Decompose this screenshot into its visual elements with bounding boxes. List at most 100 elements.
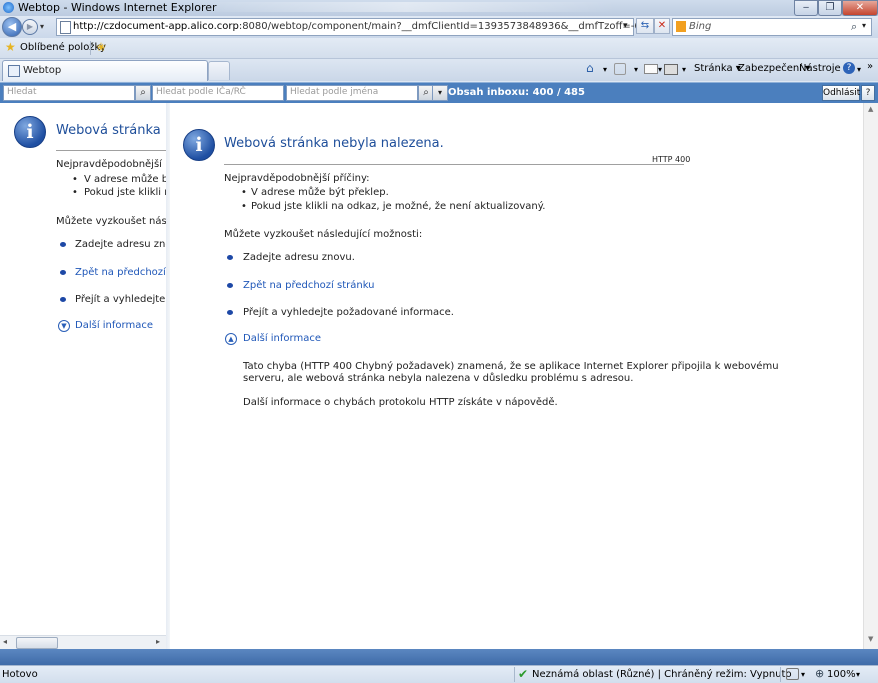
scroll-left-arrow-icon[interactable]: ◂ (3, 637, 7, 646)
search-ico-placeholder: Hledat podle IČa/RČ (156, 87, 246, 97)
left-more-info-expand-icon[interactable]: ▼ (58, 320, 70, 332)
page-menu[interactable]: Stránka ▾ (694, 63, 741, 74)
search-dropdown-icon[interactable]: ▾ (862, 21, 866, 30)
new-tab-button[interactable] (208, 61, 230, 80)
mail-dropdown-icon[interactable]: ▾ (658, 65, 662, 74)
feeds-dropdown-icon[interactable]: ▾ (634, 65, 638, 74)
title-bar: Webtop - Windows Internet Explorer ‒ ❐ ✕ (0, 0, 878, 16)
bing-logo-icon (676, 21, 686, 32)
address-dropdown-icon[interactable]: ▾ (623, 21, 628, 31)
info-icon: i (183, 129, 215, 161)
http-code: HTTP 400 (652, 155, 691, 164)
left-options-title: Můžete vyzkoušet následující možnosti: (56, 216, 166, 227)
home-dropdown-icon[interactable]: ▾ (603, 65, 607, 74)
option-bullet-3 (227, 310, 233, 315)
tab-page-icon (8, 65, 20, 77)
search-icon[interactable]: ⌕ (851, 20, 857, 34)
print-icon[interactable] (664, 64, 678, 75)
popup-blocker-icon[interactable] (786, 668, 799, 680)
zoom-icon[interactable]: ⊕ (815, 667, 824, 680)
option-retype: Zadejte adresu znovu. (243, 252, 355, 263)
option-bullet-1 (227, 255, 233, 260)
print-dropdown-icon[interactable]: ▾ (682, 65, 686, 74)
window-title: Webtop - Windows Internet Explorer (18, 1, 217, 14)
scroll-up-arrow-icon[interactable]: ▲ (868, 105, 873, 113)
error-heading: Webová stránka nebyla nalezena. (224, 136, 444, 151)
left-cause-bullet-2: • (72, 187, 78, 198)
search-placeholder: Bing (689, 21, 712, 32)
tab-webtop[interactable]: Webtop (2, 60, 208, 81)
address-host: http://czdocument-app.alico.corp (73, 21, 239, 32)
webtop-search-bar: Hledat ⌕ Hledat podle IČa/RČ Hledat podl… (0, 82, 878, 104)
left-cause-1: V adrese může být překlep. (84, 174, 166, 185)
logout-button[interactable]: Odhlásit (822, 85, 860, 101)
search-button[interactable]: ⌕ (135, 85, 151, 101)
zoom-level[interactable]: 100% (827, 669, 856, 680)
search-input[interactable]: Hledat (3, 85, 135, 101)
status-separator (514, 667, 515, 682)
search-box[interactable]: Bing ⌕ ▾ (672, 18, 872, 36)
zone-check-icon: ✔ (518, 667, 529, 681)
zoom-dropdown-icon[interactable]: ▾ (856, 670, 860, 679)
webtop-help-button[interactable]: ? (861, 85, 875, 101)
favorites-label[interactable]: Oblíbené položky (20, 42, 106, 53)
more-info-link[interactable]: Další informace (243, 333, 321, 344)
status-text: Hotovo (2, 669, 38, 680)
left-option-bullet-2 (60, 270, 66, 275)
home-icon[interactable]: ⌂ (586, 61, 594, 75)
left-back-link[interactable]: Zpět na předchozí stránku (75, 267, 166, 278)
minimize-button[interactable]: ‒ (794, 0, 818, 16)
left-cause-bullet-1: • (72, 174, 78, 185)
webtop-footer-band (0, 649, 878, 665)
left-scroll-thumb[interactable] (16, 637, 58, 649)
ie-logo-icon (3, 2, 14, 13)
search-ico-input[interactable]: Hledat podle IČa/RČ (152, 85, 284, 101)
tab-label: Webtop (23, 65, 62, 76)
blurred-taskbar-titles (196, 2, 616, 12)
option-search: Přejít a vyhledejte požadované informace… (243, 307, 454, 318)
forward-button[interactable]: ▶ (22, 19, 38, 35)
compatibility-view-button[interactable]: ⇆ (636, 18, 654, 34)
help-icon[interactable]: ? (843, 62, 855, 74)
search-name-input[interactable]: Hledat podle jména (286, 85, 418, 101)
more-commands[interactable]: » (867, 61, 873, 72)
scroll-right-arrow-icon[interactable]: ▸ (156, 637, 160, 646)
help-dropdown-icon[interactable]: ▾ (857, 65, 861, 74)
heading-rule (224, 164, 684, 165)
back-button[interactable]: ◀ (2, 17, 22, 37)
more-info-collapse-icon[interactable]: ▲ (225, 333, 237, 345)
favorites-divider (90, 41, 91, 55)
inbox-count: Obsah inboxu: 400 / 485 (448, 87, 585, 98)
search-options-dropdown[interactable]: ▾ (432, 85, 448, 101)
favorites-star-icon[interactable]: ★ (5, 40, 16, 54)
left-option-bullet-3 (60, 297, 66, 302)
left-heading-rule (56, 150, 166, 151)
maximize-button[interactable]: ❐ (818, 0, 842, 16)
mail-icon[interactable] (644, 64, 658, 74)
left-causes-title: Nejpravděpodobnější příčiny: (56, 159, 166, 170)
address-bar[interactable]: http://czdocument-app.alico.corp:8080/we… (56, 18, 647, 36)
page-icon (60, 21, 71, 34)
stop-button[interactable]: ✕ (654, 18, 670, 34)
cause-1: V adrese může být překlep. (251, 187, 389, 198)
cause-bullet-1: • (241, 187, 247, 198)
search-name-placeholder: Hledat podle jména (290, 87, 379, 97)
security-zone[interactable]: Neznámá oblast (Různé) | Chráněný režim:… (532, 669, 792, 680)
detail-line-2: serveru, ale webová stránka nebyla nalez… (243, 373, 634, 384)
popup-dropdown-icon[interactable]: ▾ (801, 670, 805, 679)
left-cause-2: Pokud jste klikli na odkaz, je možné, že… (84, 187, 166, 198)
cause-bullet-2: • (241, 201, 247, 212)
left-frame: i Webová stránka nebyla nalezena. Nejpra… (0, 103, 166, 635)
add-favorite-icon[interactable]: ✬ (96, 40, 106, 54)
close-button[interactable]: ✕ (842, 0, 878, 16)
left-option-search: Přejít a vyhledejte požadované informace… (75, 294, 166, 305)
history-dropdown-icon[interactable]: ▾ (40, 22, 44, 31)
back-link[interactable]: Zpět na předchozí stránku (243, 280, 375, 291)
scroll-down-arrow-icon[interactable]: ▼ (868, 635, 873, 643)
feeds-icon[interactable] (614, 63, 626, 75)
tools-menu[interactable]: Nástroje ▾ (799, 63, 849, 74)
vertical-scrollbar[interactable]: ▲ ▼ (863, 103, 878, 649)
cause-2: Pokud jste klikli na odkaz, je možné, že… (251, 201, 546, 212)
left-more-info-link[interactable]: Další informace (75, 320, 153, 331)
options-title: Můžete vyzkoušet následující možnosti: (224, 229, 423, 240)
